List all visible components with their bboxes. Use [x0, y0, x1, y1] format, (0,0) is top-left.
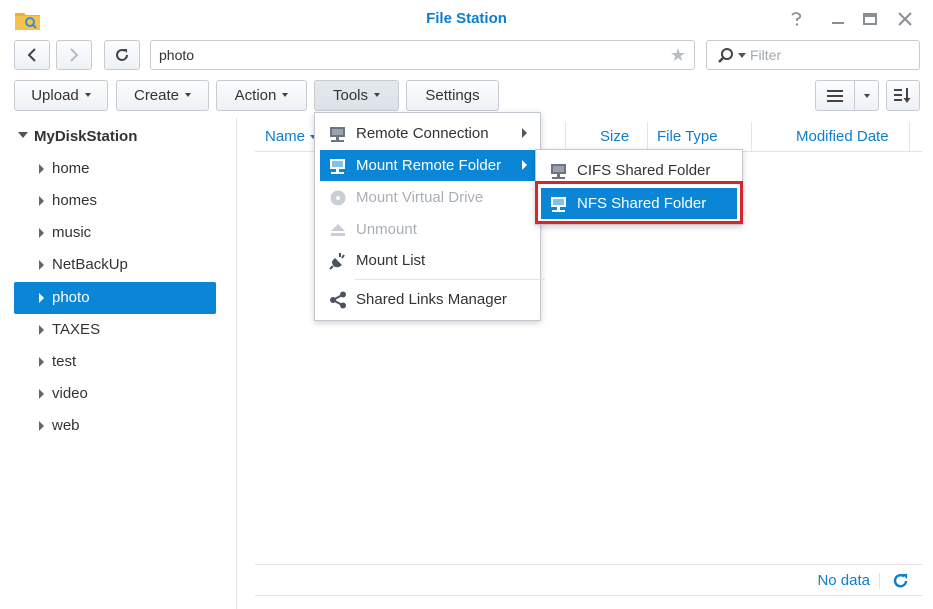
maximize-icon[interactable] [861, 10, 879, 28]
filter-input[interactable] [750, 45, 910, 65]
tree-item-video[interactable]: video [14, 378, 216, 410]
network-folder-icon [330, 127, 345, 142]
menu-item-remote-connection[interactable]: Remote Connection [320, 118, 535, 149]
tree-root-mydiskstation[interactable]: MyDiskStation [18, 128, 137, 145]
chevron-down-icon [84, 93, 91, 98]
chevron-down-icon [863, 93, 870, 98]
tree-item-taxes[interactable]: TAXES [14, 314, 216, 346]
column-modified-date[interactable]: Modified Date [796, 122, 889, 151]
list-view-button[interactable] [815, 80, 855, 111]
tree-item-homes[interactable]: homes [14, 185, 216, 217]
annotation-highlight-box [535, 181, 743, 224]
refresh-icon [116, 49, 128, 61]
network-folder-icon [551, 164, 566, 179]
search-icon[interactable] [717, 47, 735, 65]
tree-item-netbackup[interactable]: NetBackUp [14, 249, 216, 281]
collapsed-arrow-icon[interactable] [39, 228, 44, 238]
collapsed-arrow-icon[interactable] [39, 260, 44, 270]
menu-item-shared-links-manager[interactable]: Shared Links Manager [320, 284, 535, 315]
collapsed-arrow-icon[interactable] [39, 325, 44, 335]
create-button[interactable]: Create [116, 80, 209, 111]
column-file-type[interactable]: File Type [657, 122, 718, 151]
plug-icon [329, 253, 345, 270]
sidebar-divider [236, 118, 237, 609]
help-icon[interactable] [787, 10, 805, 28]
sidebar-tree: MyDiskStation home homes music NetBackUp… [0, 118, 236, 609]
grid-footer: No data [255, 564, 922, 596]
submenu-arrow-icon [522, 160, 527, 170]
menu-separator [355, 279, 545, 280]
path-field[interactable]: photo ★ [150, 40, 695, 70]
chevron-down-icon [185, 93, 192, 98]
column-separator [909, 122, 910, 151]
sort-button[interactable] [886, 80, 920, 111]
collapsed-arrow-icon[interactable] [39, 196, 44, 206]
collapsed-arrow-icon[interactable] [39, 357, 44, 367]
chevron-down-icon [374, 93, 381, 98]
chevron-down-icon [282, 93, 289, 98]
share-icon [330, 291, 346, 309]
menu-item-unmount[interactable]: Unmount [320, 214, 535, 245]
tools-button[interactable]: Tools [314, 80, 399, 111]
tools-menu: Remote Connection Mount Remote Folder Mo… [314, 112, 545, 321]
menu-item-mount-virtual-drive[interactable]: Mount Virtual Drive [320, 182, 535, 213]
column-size[interactable]: Size [600, 122, 629, 151]
column-separator [751, 122, 752, 151]
column-separator [565, 122, 566, 151]
tree-item-web[interactable]: web [14, 410, 216, 442]
refresh-icon[interactable] [892, 572, 910, 590]
mount-folder-icon [330, 159, 345, 174]
close-icon[interactable] [896, 10, 914, 28]
menu-item-mount-remote-folder[interactable]: Mount Remote Folder [320, 150, 535, 181]
minimize-icon[interactable] [829, 10, 847, 28]
star-icon[interactable]: ★ [670, 41, 686, 69]
settings-button[interactable]: Settings [406, 80, 499, 111]
refresh-button[interactable] [104, 40, 140, 70]
filter-field[interactable] [706, 40, 920, 70]
forward-button[interactable] [56, 40, 92, 70]
tree-item-test[interactable]: test [14, 346, 216, 378]
chevron-right-icon [70, 48, 79, 62]
sort-icon [894, 87, 911, 103]
column-name[interactable]: Name [265, 122, 317, 151]
title-bar: File Station [0, 0, 933, 38]
eject-icon [331, 224, 345, 236]
list-view-icon [827, 89, 843, 102]
filter-dropdown-icon[interactable] [738, 53, 746, 58]
action-button[interactable]: Action [216, 80, 307, 111]
upload-button[interactable]: Upload [14, 80, 108, 111]
toolbar: Upload Create Action Tools Settings [0, 80, 933, 112]
footer-separator [879, 573, 880, 589]
chevron-left-icon [27, 48, 36, 62]
tree-item-photo[interactable]: photo [14, 282, 216, 314]
menu-item-mount-list[interactable]: Mount List [320, 245, 535, 276]
empty-status: No data [817, 572, 870, 589]
path-text: photo [159, 47, 195, 63]
back-button[interactable] [14, 40, 50, 70]
collapsed-arrow-icon[interactable] [39, 421, 44, 431]
collapsed-arrow-icon[interactable] [39, 293, 44, 303]
collapsed-arrow-icon[interactable] [39, 389, 44, 399]
collapsed-arrow-icon[interactable] [39, 164, 44, 174]
view-options-button[interactable] [854, 80, 879, 111]
submenu-arrow-icon [522, 128, 527, 138]
tree-item-home[interactable]: home [14, 153, 216, 185]
navigation-bar: photo ★ [0, 38, 933, 74]
column-separator [647, 122, 648, 151]
tree-item-music[interactable]: music [14, 217, 216, 249]
expand-icon[interactable] [18, 132, 28, 139]
disc-icon [330, 190, 346, 206]
